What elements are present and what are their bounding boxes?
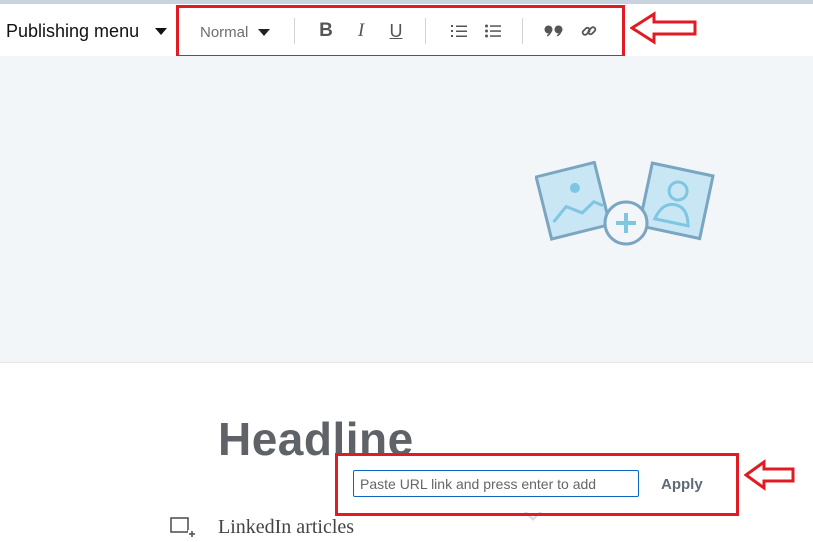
article-body-text[interactable]: LinkedIn articles	[218, 516, 354, 539]
arrow-left-icon	[630, 11, 697, 45]
add-block-icon[interactable]	[170, 516, 196, 538]
url-popup-highlight-box	[335, 453, 739, 516]
publishing-menu-dropdown[interactable]: Publishing menu	[6, 21, 168, 42]
add-image-icon	[535, 161, 715, 246]
arrow-left-icon	[744, 459, 795, 491]
publishing-menu-label: Publishing menu	[6, 21, 140, 41]
chevron-down-icon	[155, 28, 168, 35]
cover-image-area[interactable]	[0, 56, 813, 363]
toolbar-highlight-box	[176, 5, 625, 58]
